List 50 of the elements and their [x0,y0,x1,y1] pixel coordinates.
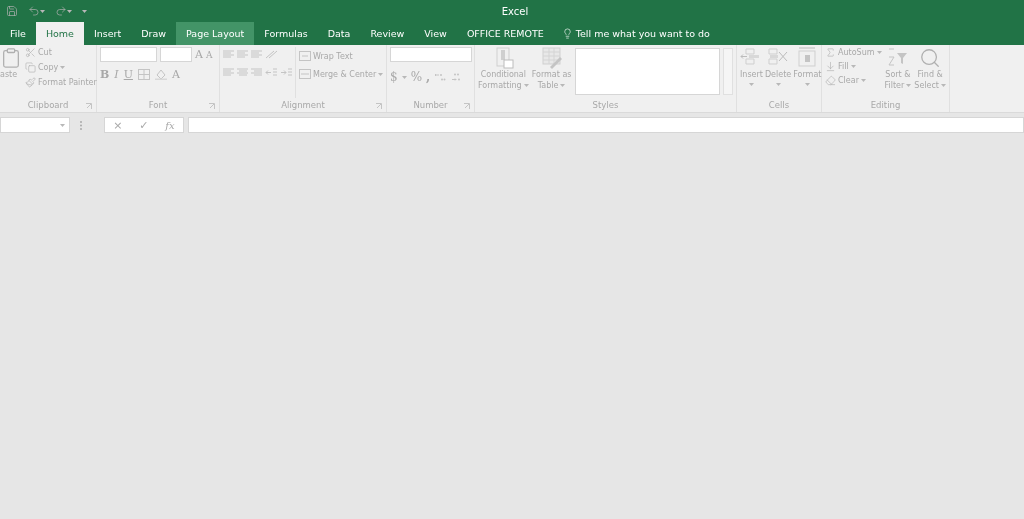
caret-icon[interactable] [378,72,384,76]
caret-icon[interactable] [560,84,566,87]
name-box[interactable] [0,117,70,133]
group-label: Number [413,100,448,110]
group-label: Font [148,100,168,110]
sort-filter-icon [886,47,909,69]
undo-icon[interactable] [28,5,40,17]
ribbon-tab[interactable]: View [414,22,457,45]
group-label: Alignment [281,100,325,110]
orientation-icon [265,50,279,59]
group-label: Clipboard [27,100,69,110]
ribbon-tab[interactable]: Review [360,22,415,45]
fill-color-icon [154,69,167,80]
caret-icon[interactable] [82,9,87,13]
increase-indent-icon [280,68,292,77]
search-icon[interactable] [919,47,942,69]
borders-icon [137,69,150,80]
caret-icon[interactable] [775,83,781,86]
decrease-indent-icon [265,68,277,77]
wrap-text-icon [299,51,311,61]
enter-button[interactable]: ✓ [139,118,149,132]
ribbon-tab[interactable]: Data [317,22,361,45]
insert-function-button[interactable]: fx [165,119,175,131]
ribbon-tab[interactable]: Formulas [254,22,318,45]
caret-icon[interactable] [67,9,72,13]
caret-icon[interactable] [523,84,529,87]
ribbon-tab[interactable]: Page Layout [176,22,255,45]
ribbon-tab[interactable]: OFFICE REMOTE [456,22,554,45]
group-label: Editing [870,100,901,110]
ribbon-tab[interactable]: Home [35,22,84,45]
caret-icon[interactable] [941,84,946,87]
formula-input[interactable] [188,117,1024,133]
caret-icon[interactable] [748,83,754,86]
ribbon-tab[interactable]: Draw [131,22,177,45]
cancel-button[interactable]: × [113,118,123,132]
window-title: Excel [501,5,529,17]
merge-icon [299,69,311,79]
ribbon-tab[interactable]: File [0,22,36,45]
caret-icon[interactable] [906,84,912,87]
group-label: Styles [592,100,619,110]
redo-icon[interactable] [55,5,67,17]
caret-icon[interactable] [60,124,65,127]
lightbulb-icon [561,28,573,39]
drag-handle-icon[interactable] [80,120,82,130]
caret-icon[interactable] [40,9,45,13]
save-icon[interactable] [6,5,18,17]
tell-me-search[interactable]: Tell me what you want to do [575,28,710,39]
ribbon-tab[interactable]: Insert [83,22,132,45]
group-label: Cells [768,100,790,110]
caret-icon[interactable] [804,83,810,86]
